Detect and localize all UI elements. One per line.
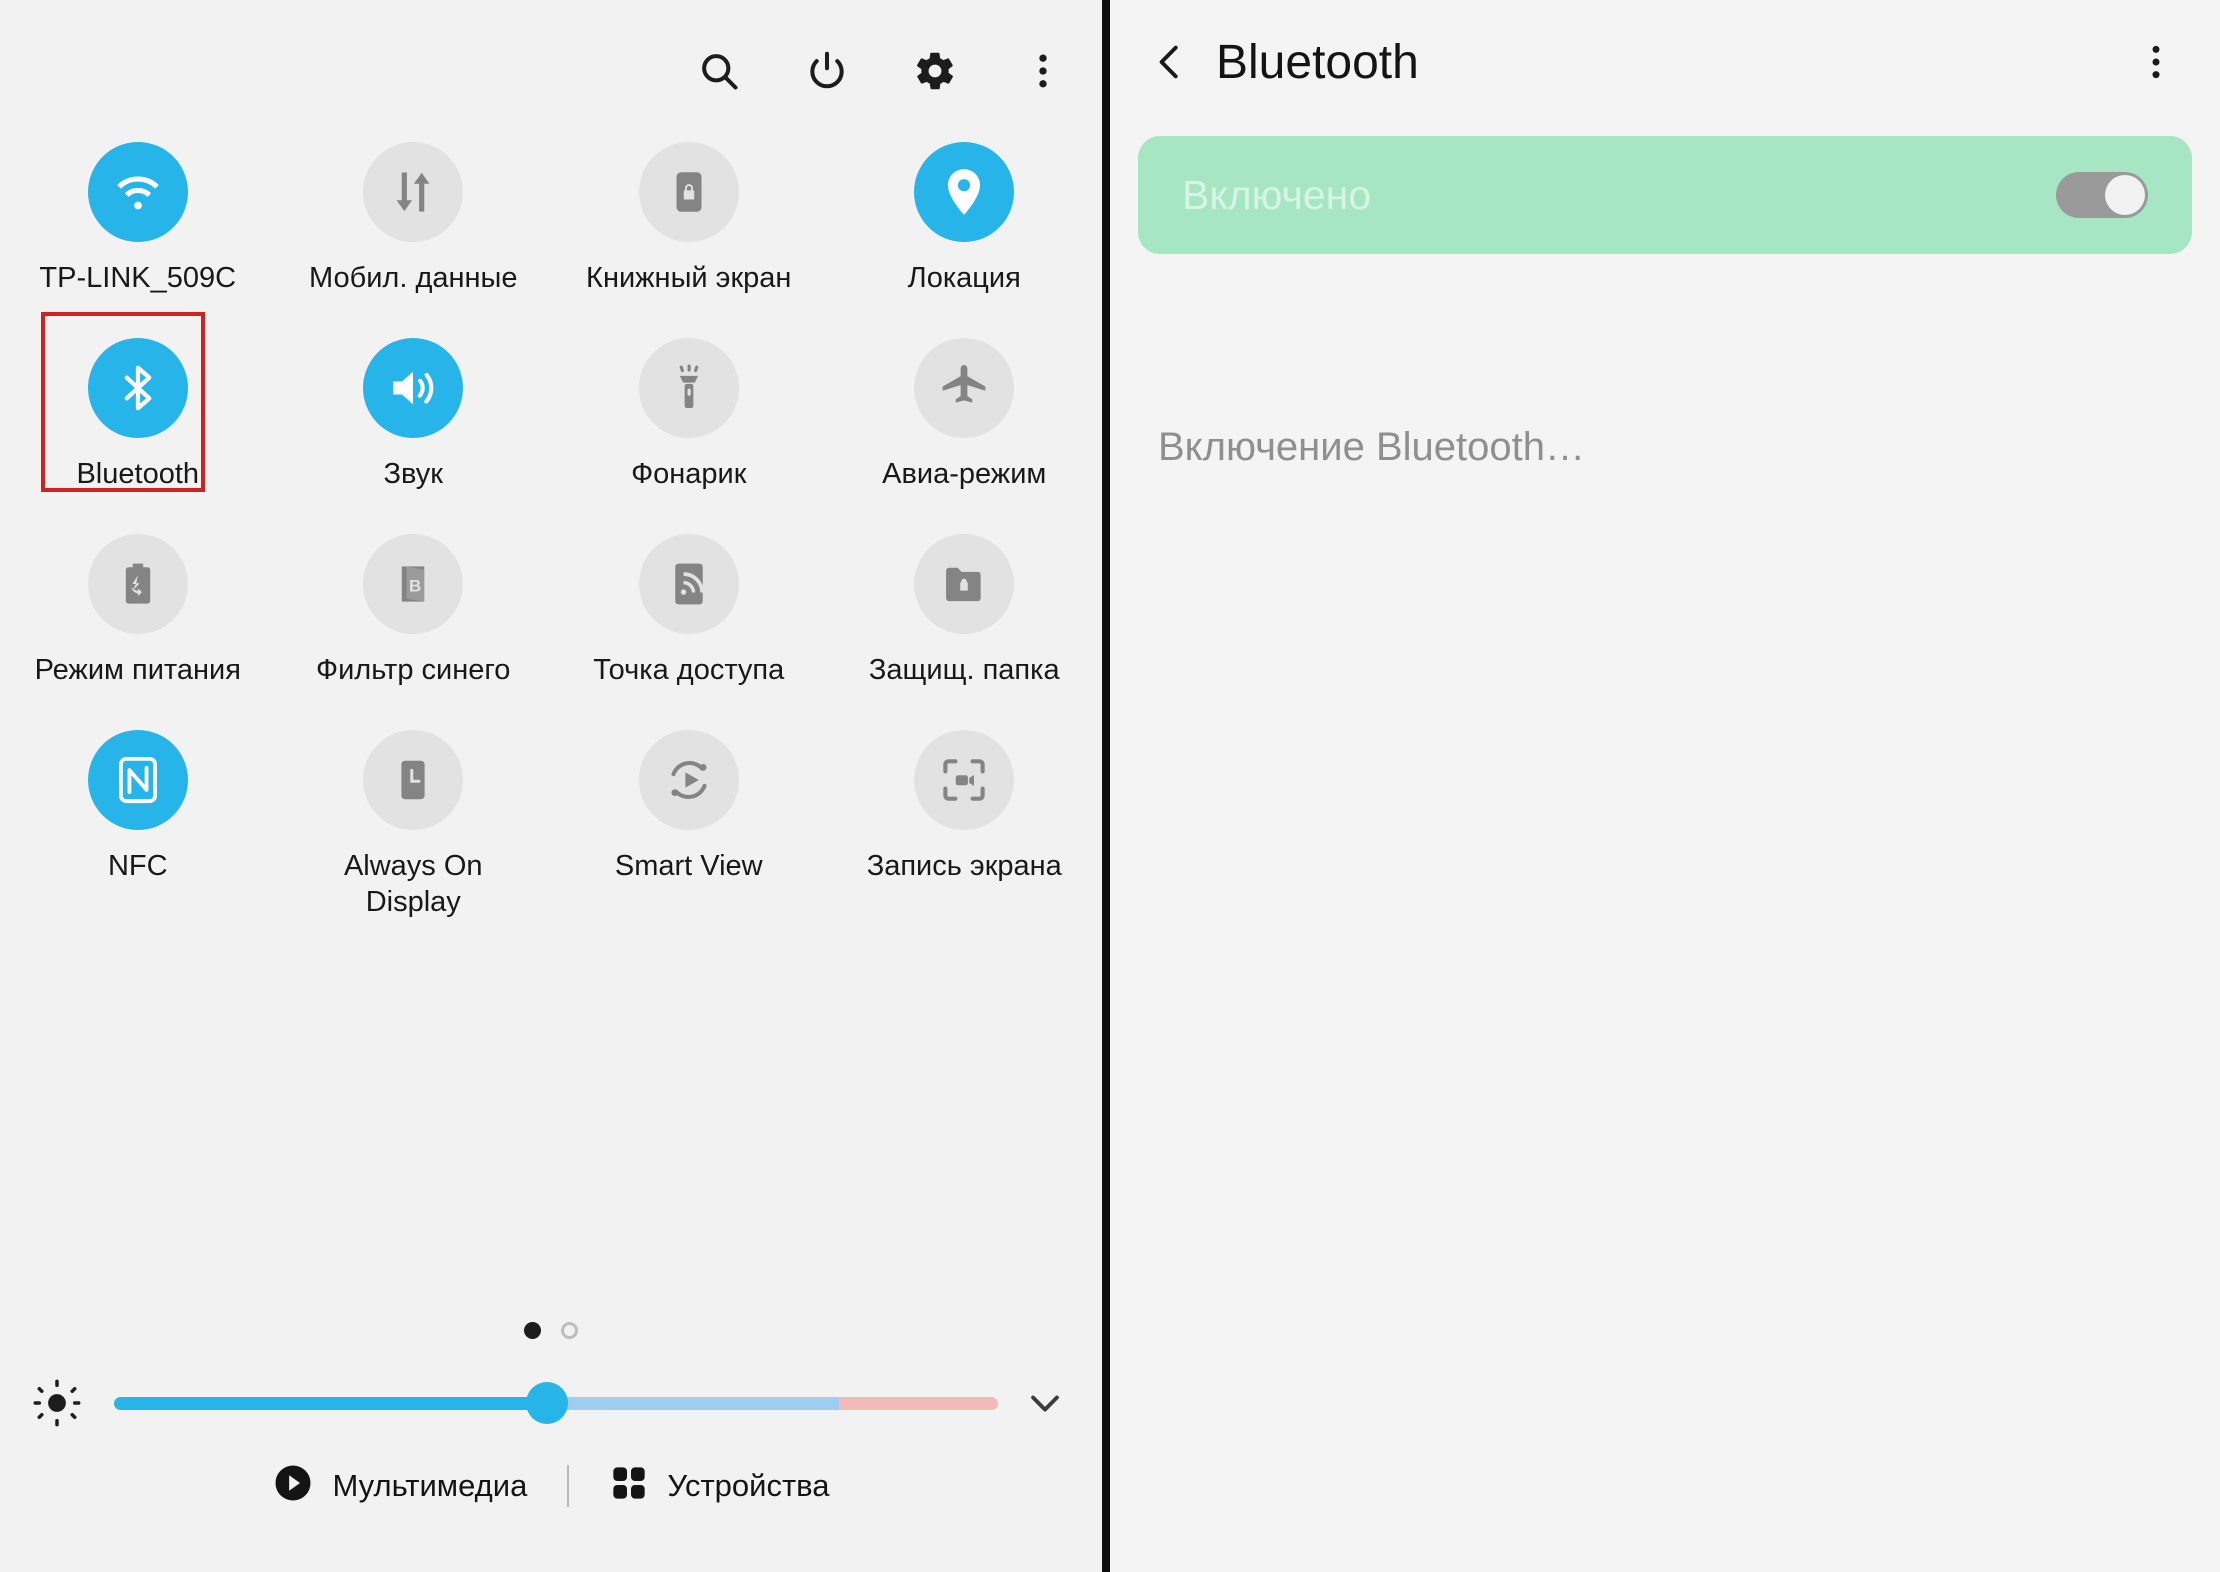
tile-label: Always On Display [343, 850, 483, 918]
tile-nfc[interactable]: NFC [0, 718, 276, 914]
wifi-icon [87, 142, 188, 242]
media-button[interactable]: Мультимедиа [272, 1462, 527, 1509]
tile-always-on-display[interactable]: Always On Display [276, 718, 552, 918]
hotspot-icon [638, 534, 739, 634]
quick-settings-header [688, 40, 1074, 102]
page-indicator[interactable] [0, 1322, 1102, 1339]
tile-sound[interactable]: Звук [276, 326, 552, 522]
flashlight-icon [638, 338, 739, 438]
tile-blue-light-filter[interactable]: B Фильтр синего [276, 522, 552, 718]
tile-label: Bluetooth [76, 458, 200, 490]
tile-secure-folder[interactable]: Защищ. папка [827, 522, 1103, 718]
tile-screen-record[interactable]: Запись экрана [827, 718, 1103, 914]
tile-label: Звук [383, 458, 443, 490]
tile-label: Книжный экран [586, 262, 792, 294]
always-on-display-icon [363, 730, 464, 830]
nfc-icon [87, 730, 188, 830]
devices-label: Устройства [667, 1467, 830, 1503]
search-icon[interactable] [688, 40, 750, 102]
location-pin-icon [914, 142, 1015, 242]
bluetooth-status-text: Включение Bluetooth… [1158, 425, 1585, 469]
media-label: Мультимедиа [332, 1467, 528, 1503]
chevron-left-icon[interactable] [1138, 30, 1202, 94]
toggle-knob [2105, 175, 2145, 215]
brightness-slider-row [0, 1370, 1102, 1436]
chevron-down-icon[interactable] [1012, 1370, 1078, 1436]
bluetooth-header: Bluetooth [1110, 0, 2220, 124]
tile-label: Фильтр синего [316, 654, 511, 686]
screen-record-icon [914, 730, 1015, 830]
tile-airplane-mode[interactable]: Авиа-режим [827, 326, 1103, 522]
play-circle-icon [272, 1462, 314, 1509]
brightness-icon [24, 1370, 90, 1436]
tile-flashlight[interactable]: Фонарик [551, 326, 827, 522]
tile-label: Smart View [614, 850, 763, 882]
tile-hotspot[interactable]: Точка доступа [551, 522, 827, 718]
bluetooth-toggle-card[interactable]: Включено [1138, 136, 2192, 254]
tile-screen-rotation-lock[interactable]: Книжный экран [551, 130, 827, 326]
smart-view-icon [638, 730, 739, 830]
page-dot-active[interactable] [524, 1322, 541, 1339]
tile-location[interactable]: Локация [827, 130, 1103, 326]
quick-settings-panel: TP-LINK_509C Мобил. данные Книжный экран… [0, 0, 1102, 1572]
panel-divider [1102, 0, 1110, 1572]
power-saving-icon [87, 534, 188, 634]
tile-label: Режим питания [34, 654, 241, 686]
page-dot-inactive[interactable] [561, 1322, 578, 1339]
power-icon[interactable] [796, 40, 858, 102]
screen-rotation-lock-icon [638, 142, 739, 242]
blue-light-filter-icon: B [363, 534, 464, 634]
tile-wifi[interactable]: TP-LINK_509C [0, 130, 276, 326]
tile-power-saving[interactable]: Режим питания [0, 522, 276, 718]
bluetooth-icon [87, 338, 188, 438]
screenshot-root: TP-LINK_509C Мобил. данные Книжный экран… [0, 0, 2220, 1572]
tile-label: NFC [107, 850, 168, 882]
bottom-bar-separator [567, 1464, 570, 1507]
tile-label: TP-LINK_509C [39, 262, 237, 294]
page-title: Bluetooth [1216, 35, 1419, 89]
tile-label: Фонарик [631, 458, 747, 490]
tile-label: Локация [907, 262, 1021, 294]
tile-bluetooth[interactable]: Bluetooth [0, 326, 276, 522]
quick-settings-bottom-bar: Мультимедиа Устройства [0, 1462, 1102, 1509]
tile-label: Авиа-режим [882, 458, 1047, 490]
bluetooth-toggle-label: Включено [1182, 171, 1372, 218]
more-vertical-icon[interactable] [1012, 40, 1074, 102]
airplane-icon [914, 338, 1015, 438]
secure-folder-icon [914, 534, 1015, 634]
mobile-data-icon [363, 142, 464, 242]
tile-label: Мобил. данные [308, 262, 518, 294]
gear-icon[interactable] [904, 40, 966, 102]
more-vertical-icon[interactable] [2128, 30, 2184, 94]
tile-label: Точка доступа [593, 654, 785, 686]
brightness-slider[interactable] [114, 1370, 998, 1436]
tile-label: Защищ. папка [868, 654, 1060, 686]
svg-text:B: B [409, 577, 421, 596]
bluetooth-settings-panel: Bluetooth Включено Включение Bluetooth… [1110, 0, 2220, 1572]
devices-button[interactable]: Устройства [609, 1463, 830, 1508]
tile-mobile-data[interactable]: Мобил. данные [276, 130, 552, 326]
quick-settings-tile-grid: TP-LINK_509C Мобил. данные Книжный экран… [0, 130, 1103, 918]
tile-label: Запись экрана [866, 850, 1062, 882]
slider-thumb[interactable] [526, 1382, 569, 1424]
sound-icon [363, 338, 464, 438]
bluetooth-toggle-switch[interactable] [2056, 172, 2148, 218]
tile-smart-view[interactable]: Smart View [551, 718, 827, 914]
grid-squares-icon [609, 1463, 649, 1508]
